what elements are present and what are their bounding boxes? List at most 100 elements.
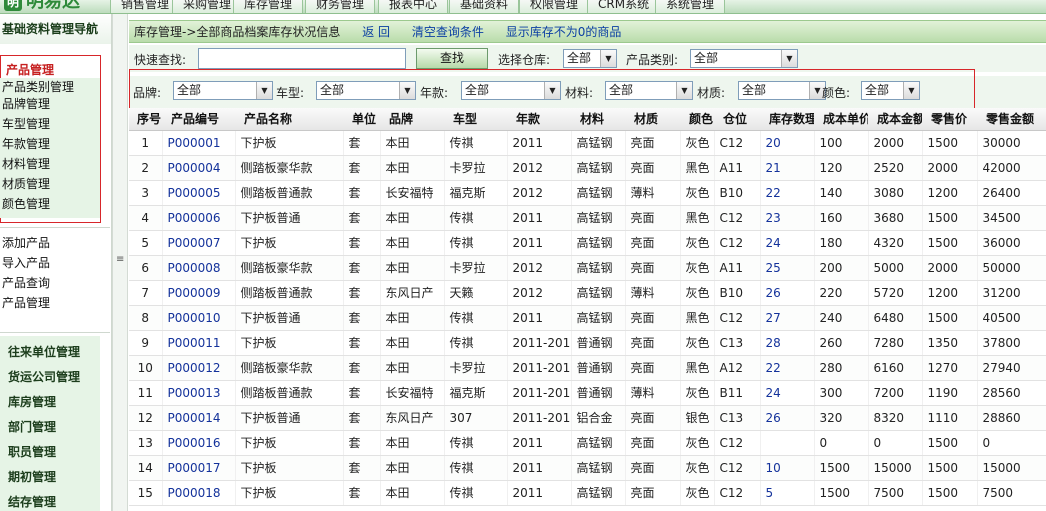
table-cell: P000013: [162, 380, 236, 406]
top-menu-item[interactable]: 报表中心: [378, 0, 449, 13]
table-row[interactable]: 11P000013侧踏板普通款套长安福特福克斯2011-2013普通钢薄料灰色B…: [129, 380, 1046, 406]
table-cell: 2520: [868, 155, 923, 181]
table-cell: 高锰钢: [571, 280, 626, 306]
table-cell: 2011-2013: [507, 405, 572, 431]
column-header[interactable]: 产品名称: [235, 108, 343, 131]
column-header[interactable]: 材料: [571, 108, 625, 131]
table-cell: 2000: [922, 255, 978, 281]
table-cell: 薄料: [625, 380, 681, 406]
table-cell: 本田: [380, 330, 445, 356]
column-header[interactable]: 仓位: [714, 108, 760, 131]
sidebar-group-department[interactable]: 部门管理: [8, 418, 56, 435]
search-button[interactable]: 查找: [416, 48, 488, 69]
back-link[interactable]: 返 回: [362, 25, 390, 39]
column-header[interactable]: 车型: [444, 108, 507, 131]
sidebar-item-texture[interactable]: 材质管理: [2, 175, 50, 193]
top-menu-item[interactable]: 库存管理: [233, 0, 304, 13]
main-panel: 库存管理->全部商品档案库存状况信息 返 回 清空查询条件 显示库存不为0的商品…: [129, 14, 1046, 511]
table-cell: 13: [129, 430, 163, 456]
table-row[interactable]: 3 P000005 侧踏板普通款套长安福特 福克斯 2012 高锰钢 薄料 灰色 B10 22 14…: [129, 180, 1046, 206]
sidebar-group-opening[interactable]: 期初管理: [8, 468, 56, 485]
sidebar-item-brand[interactable]: 品牌管理: [2, 95, 50, 113]
column-header[interactable]: 年款: [507, 108, 571, 131]
sidebar-item-manage-product[interactable]: 产品管理: [2, 294, 50, 312]
top-menu-item[interactable]: CRM系统: [587, 0, 661, 13]
column-header[interactable]: 成本单价: [814, 108, 868, 131]
table-row[interactable]: 13 P000016 下护板套本田 传祺 2011 高锰钢 亮面 灰色 C12 0 0 1500 0: [129, 430, 1046, 456]
column-header[interactable]: 产品编号: [162, 108, 235, 131]
table-cell: 灰色: [680, 430, 715, 456]
table-row[interactable]: 12P000014下护板普通套东风日产3072011-2013铝合金亮面银色C1…: [129, 405, 1046, 431]
column-header[interactable]: 序号: [129, 108, 162, 131]
sidebar-group-warehouse[interactable]: 库房管理: [8, 393, 56, 410]
column-header[interactable]: 零售价: [922, 108, 977, 131]
top-menu-item[interactable]: 销售管理: [110, 0, 181, 13]
sidebar-group-product[interactable]: 产品管理: [6, 61, 54, 78]
table-cell: 1500: [922, 205, 978, 231]
table-row[interactable]: 9P000011下护板套本田传祺2011-2013普通钢亮面灰色C1328260…: [129, 330, 1046, 356]
column-header[interactable]: 颜色: [680, 108, 714, 131]
table-row[interactable]: 14 P000017 下护板套本田 传祺 2011 高锰钢 亮面 灰色 C12 10 1500 150…: [129, 455, 1046, 481]
nonzero-stock-link[interactable]: 显示库存不为0的商品: [506, 25, 622, 39]
sidebar-item-add-product[interactable]: 添加产品: [2, 234, 50, 252]
table-row[interactable]: 4 P000006 下护板普通套本田 传祺 2011 高锰钢 亮面 黑色 C12 23 160 368…: [129, 205, 1046, 231]
table-cell: 8320: [868, 405, 923, 431]
top-menu-item[interactable]: 财务管理: [305, 0, 376, 13]
clear-filter-link[interactable]: 清空查询条件: [412, 25, 484, 39]
table-cell: 30000: [977, 130, 1046, 156]
table-row[interactable]: 5 P000007 下护板套本田 传祺 2011 高锰钢 亮面 灰色 C12 24 180 4320 1…: [129, 230, 1046, 256]
sidebar-group-balance[interactable]: 结存管理: [8, 493, 56, 510]
quick-search-input[interactable]: [198, 48, 406, 69]
table-row[interactable]: 6 P000008 侧踏板豪华款套本田 卡罗拉 2012 高锰钢 亮面 灰色 A11 25 200 5…: [129, 255, 1046, 281]
table-row[interactable]: 2 P000004 侧踏板豪华款套本田 卡罗拉 2012 高锰钢 亮面 黑色 A11 21 120 2…: [129, 155, 1046, 181]
table-row[interactable]: 1 P000001 下护板套本田 传祺 2011 高锰钢 亮面 灰色 C12 20 100 2000 1…: [129, 130, 1046, 156]
column-header[interactable]: 单位: [343, 108, 380, 131]
top-menu-item[interactable]: 采购管理: [172, 0, 243, 13]
sidebar-group-staff[interactable]: 职员管理: [8, 443, 56, 460]
top-menu-item[interactable]: 基础资料: [449, 0, 520, 13]
sidebar-item-query-product[interactable]: 产品查询: [2, 274, 50, 292]
table-cell: 240: [814, 305, 869, 331]
sidebar-item-model[interactable]: 车型管理: [2, 115, 50, 133]
table-cell: 侧踏板豪华款: [235, 255, 344, 281]
column-header[interactable]: 品牌: [380, 108, 444, 131]
table-cell: 28: [760, 330, 815, 356]
table-cell: 1500: [922, 130, 978, 156]
table-cell: 2011: [507, 455, 572, 481]
table-cell: 320: [814, 405, 869, 431]
column-header[interactable]: 零售金额: [977, 108, 1046, 131]
table-cell: 长安福特: [380, 380, 445, 406]
sidebar-item-import-product[interactable]: 导入产品: [2, 254, 50, 272]
sidebar-item-category[interactable]: 产品类别管理: [2, 78, 74, 96]
warehouse-select[interactable]: 全部 ▼: [563, 49, 617, 68]
category-select[interactable]: 全部 ▼: [690, 49, 798, 68]
sidebar-splitter[interactable]: ≡: [112, 14, 128, 511]
table-cell: 本田: [380, 455, 445, 481]
top-menu-item[interactable]: 系统管理: [655, 0, 726, 13]
sidebar-item-material[interactable]: 材料管理: [2, 155, 50, 173]
table-row[interactable]: 15 P000018 下护板套本田 传祺 2011 高锰钢 亮面 灰色 C12 5 1500 7500…: [129, 480, 1046, 506]
table-row[interactable]: 8 P000010 下护板普通套本田 传祺 2011 高锰钢 亮面 黑色 C12 27 240 648…: [129, 305, 1046, 331]
sidebar-group-partners[interactable]: 往来单位管理: [8, 343, 80, 360]
table-cell: 下护板普通: [235, 305, 344, 331]
sidebar-group-freight[interactable]: 货运公司管理: [8, 368, 80, 385]
table-cell: 灰色: [680, 230, 715, 256]
column-header[interactable]: 成本金额: [868, 108, 922, 131]
table-cell: C12: [714, 230, 761, 256]
table-cell: 黑色: [680, 355, 715, 381]
table-row[interactable]: 7 P000009 侧踏板普通款套东风日产 天籁 2012 高锰钢 薄料 灰色 B10 26 220…: [129, 280, 1046, 306]
top-menu-item[interactable]: 权限管理: [519, 0, 590, 13]
column-header[interactable]: 材质: [625, 108, 680, 131]
column-header[interactable]: 库存数理: [760, 108, 814, 131]
table-cell: 高锰钢: [571, 230, 626, 256]
sidebar-item-color[interactable]: 颜色管理: [2, 195, 50, 213]
table-cell: 11: [129, 380, 163, 406]
table-cell: 3: [129, 180, 163, 206]
table-cell: 套: [343, 405, 381, 431]
table-cell: 薄料: [625, 180, 681, 206]
table-cell: 2011-2013: [507, 380, 572, 406]
table-row[interactable]: 10P000012侧踏板豪华款套本田卡罗拉2011-2013普通钢亮面黑色A12…: [129, 355, 1046, 381]
table-cell: 24: [760, 230, 815, 256]
table-cell: 4320: [868, 230, 923, 256]
sidebar-item-year[interactable]: 年款管理: [2, 135, 50, 153]
